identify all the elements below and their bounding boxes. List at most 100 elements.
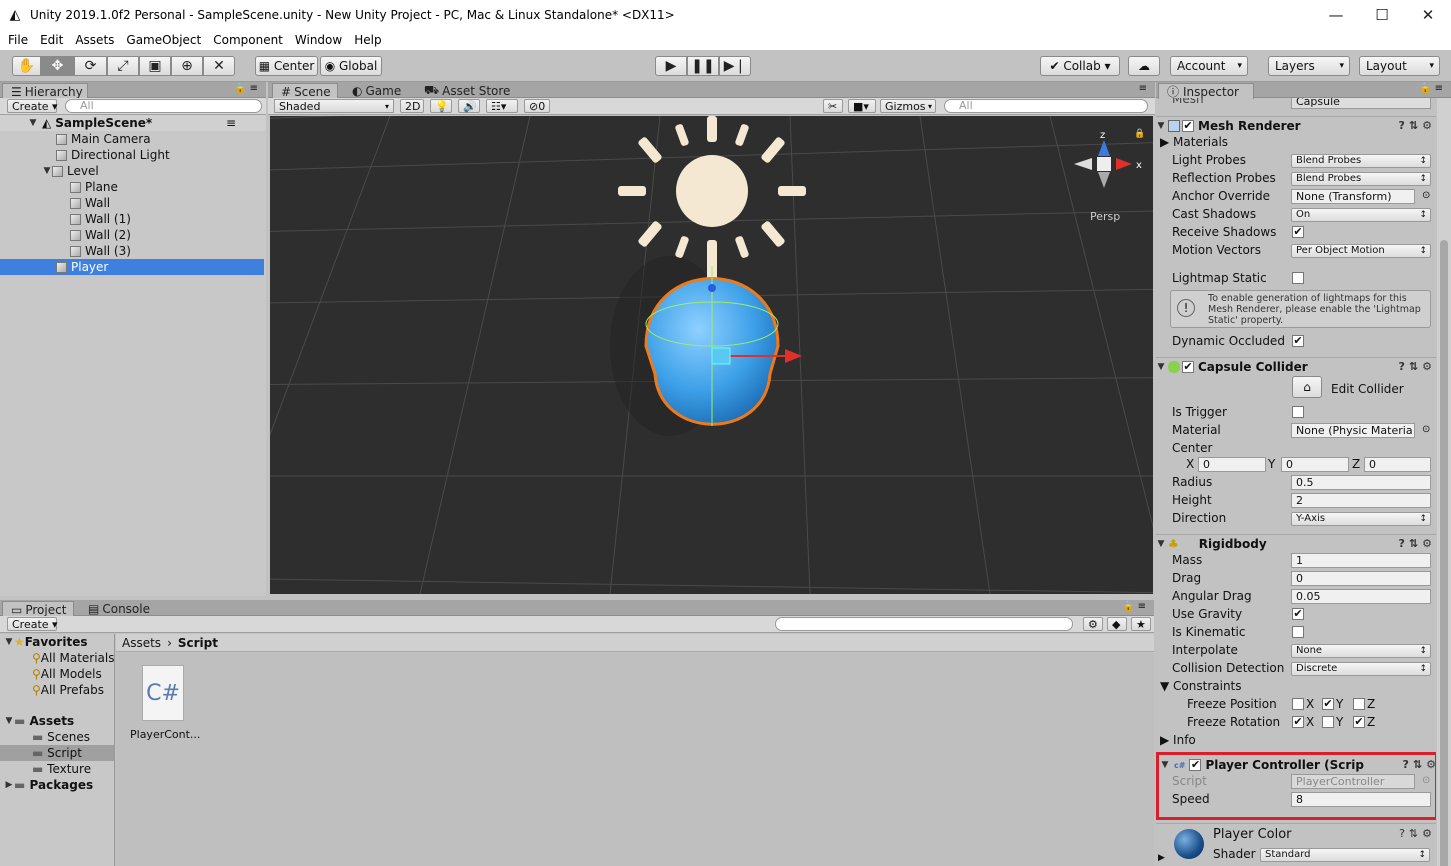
component-help-settings-icons[interactable]: ?⇅⚙ — [1399, 537, 1436, 550]
is-kinematic-checkbox[interactable] — [1292, 626, 1304, 638]
collab-button[interactable]: ✔ Collab ▾ — [1040, 56, 1120, 76]
hierarchy-item-directional-light[interactable]: Directional Light — [0, 147, 266, 163]
hand-tool-icon[interactable]: ✋ — [12, 56, 41, 76]
object-picker-icon[interactable]: ⊙ — [1422, 190, 1430, 201]
dynamic-occluded-checkbox[interactable]: ✔ — [1292, 335, 1304, 347]
player-controller-enabled-checkbox[interactable]: ✔ — [1189, 759, 1202, 771]
rotate-tool-icon[interactable]: ⟳ — [74, 56, 107, 76]
light-probes-dropdown[interactable]: Blend Probes — [1291, 154, 1431, 168]
hierarchy-item-plane[interactable]: Plane — [0, 179, 266, 195]
menu-component[interactable]: Component — [207, 33, 289, 47]
expand-arrow-icon[interactable]: ▼ — [42, 166, 52, 176]
tools-icon[interactable]: ✂ — [823, 99, 843, 113]
maximize-button[interactable]: ☐ — [1359, 0, 1405, 30]
collision-detection-dropdown[interactable]: Discrete — [1291, 662, 1431, 676]
hierarchy-create-button[interactable]: Create ▾ — [7, 99, 58, 113]
panel-menu-icon[interactable]: 🔒 ≡ — [234, 83, 258, 94]
camera-dropdown-icon[interactable]: ■▾ — [848, 99, 876, 113]
packages-row[interactable]: ▶ ▬ Packages — [0, 777, 114, 793]
filter-type-icon[interactable]: ⚙ — [1083, 617, 1103, 631]
freeze-rotation-y-checkbox[interactable] — [1322, 716, 1334, 728]
mesh-field[interactable]: Capsule — [1291, 98, 1431, 109]
expand-arrow-icon[interactable]: ▶ — [1158, 853, 1165, 863]
asset-file-name[interactable]: PlayerCont... — [130, 728, 200, 741]
folder-script[interactable]: ▬ Script — [0, 745, 114, 761]
direction-dropdown[interactable]: Y-Axis — [1291, 512, 1431, 526]
cloud-button[interactable]: ☁ — [1128, 56, 1160, 76]
object-picker-icon[interactable]: ⊙ — [1422, 424, 1430, 435]
scene-row[interactable]: ▼ ◭ SampleScene* ≡ — [0, 115, 266, 131]
tab-game[interactable]: ◐ Game — [344, 83, 409, 99]
motion-vectors-dropdown[interactable]: Per Object Motion — [1291, 244, 1431, 258]
assets-row[interactable]: ▼ ▬ Assets — [0, 713, 114, 729]
tab-asset-store[interactable]: ⛟ Asset Store — [416, 83, 518, 99]
gizmos-dropdown[interactable]: Gizmos ▾ — [880, 99, 936, 113]
collider-material-field[interactable]: None (Physic Materia — [1291, 423, 1415, 438]
scene-viewport[interactable]: z x Persp 🔒 — [270, 116, 1153, 594]
radius-field[interactable]: 0.5 — [1291, 475, 1431, 490]
center-x-field[interactable]: 0 — [1198, 457, 1266, 472]
breadcrumb-script[interactable]: Script — [178, 636, 218, 650]
account-dropdown[interactable]: Account ▾ — [1170, 56, 1248, 76]
audio-toggle-icon[interactable]: 🔊 — [458, 99, 480, 113]
player-controller-header[interactable]: ▼ c# ✔ Player Controller (Scrip ?⇅⚙ — [1160, 756, 1436, 774]
center-y-field[interactable]: 0 — [1281, 457, 1349, 472]
component-help-settings-icons[interactable]: ?⇅⚙ — [1399, 827, 1436, 840]
reflection-probes-dropdown[interactable]: Blend Probes — [1291, 172, 1431, 186]
center-z-field[interactable]: 0 — [1364, 457, 1431, 472]
tab-scene[interactable]: # Scene — [272, 83, 338, 99]
menu-file[interactable]: File — [2, 33, 34, 47]
drag-field[interactable]: 0 — [1291, 571, 1431, 586]
lightmap-static-checkbox[interactable] — [1292, 272, 1304, 284]
rigidbody-header[interactable]: ▼ ♣ Rigidbody ?⇅⚙ — [1156, 534, 1436, 552]
menu-window[interactable]: Window — [289, 33, 348, 47]
freeze-rotation-x-checkbox[interactable]: ✔ — [1292, 716, 1304, 728]
freeze-rotation-z-checkbox[interactable]: ✔ — [1353, 716, 1365, 728]
tab-project[interactable]: ▭ Project — [2, 601, 74, 617]
menu-gameobject[interactable]: GameObject — [120, 33, 207, 47]
favorite-all-models[interactable]: ⚲ All Models — [0, 666, 114, 682]
folder-scenes[interactable]: ▬ Scenes — [0, 729, 114, 745]
hierarchy-item-player[interactable]: Player — [0, 259, 264, 275]
capsule-collider-enabled-checkbox[interactable]: ✔ — [1182, 360, 1194, 373]
tab-hierarchy[interactable]: ☰ Hierarchy — [2, 83, 88, 99]
panel-menu-icon[interactable]: ≡ — [1139, 83, 1147, 94]
close-button[interactable]: ✕ — [1405, 0, 1451, 30]
favorites-row[interactable]: ▼ ★ Favorites — [0, 634, 114, 650]
component-help-settings-icons[interactable]: ?⇅⚙ — [1399, 360, 1436, 373]
project-search-input[interactable] — [775, 617, 1073, 631]
effects-dropdown-icon[interactable]: ☷▾ — [486, 99, 518, 113]
hierarchy-item-wall[interactable]: Wall — [0, 195, 266, 211]
hierarchy-item-wall-2[interactable]: Wall (2) — [0, 227, 266, 243]
favorite-all-prefabs[interactable]: ⚲ All Prefabs — [0, 682, 114, 698]
is-trigger-checkbox[interactable] — [1292, 406, 1304, 418]
hidden-objects-toggle[interactable]: ⊘ 0 — [524, 99, 550, 113]
lighting-toggle-icon[interactable]: 💡 — [430, 99, 452, 113]
speed-field[interactable]: 8 — [1291, 792, 1431, 807]
mesh-renderer-enabled-checkbox[interactable]: ✔ — [1182, 119, 1194, 132]
2d-toggle[interactable]: 2D — [400, 99, 424, 113]
scale-tool-icon[interactable]: ⤢ — [107, 56, 139, 76]
custom-tool-icon[interactable]: ✕ — [203, 56, 235, 76]
inspector-scrollbar[interactable] — [1437, 98, 1451, 866]
transform-tool-icon[interactable]: ⊕ — [171, 56, 203, 76]
shading-dropdown[interactable]: Shaded ▾ — [274, 99, 394, 113]
move-tool-icon[interactable]: ✥ — [41, 56, 74, 76]
mesh-renderer-header[interactable]: ▼ ✔ Mesh Renderer ?⇅⚙ — [1156, 116, 1436, 134]
anchor-override-field[interactable]: None (Transform) — [1291, 189, 1415, 204]
menu-help[interactable]: Help — [348, 33, 387, 47]
menu-edit[interactable]: Edit — [34, 33, 69, 47]
minimize-button[interactable]: — — [1313, 0, 1359, 30]
cast-shadows-dropdown[interactable]: On — [1291, 208, 1431, 222]
mass-field[interactable]: 1 — [1291, 553, 1431, 568]
play-button[interactable]: ▶ — [655, 56, 687, 76]
scene-canvas[interactable]: z x Persp 🔒 — [270, 116, 1153, 594]
materials-label[interactable]: ▶ Materials — [1160, 135, 1228, 149]
folder-texture[interactable]: ▬ Texture — [0, 761, 114, 777]
hierarchy-item-main-camera[interactable]: Main Camera — [0, 131, 266, 147]
hierarchy-item-wall-3[interactable]: Wall (3) — [0, 243, 266, 259]
panel-menu-icon[interactable]: 🔒 ≡ — [1419, 83, 1443, 94]
global-space-button[interactable]: ◉ Global — [320, 56, 382, 76]
pivot-center-button[interactable]: ▦ Center — [255, 56, 318, 76]
scene-menu-icon[interactable]: ≡ — [226, 116, 236, 130]
